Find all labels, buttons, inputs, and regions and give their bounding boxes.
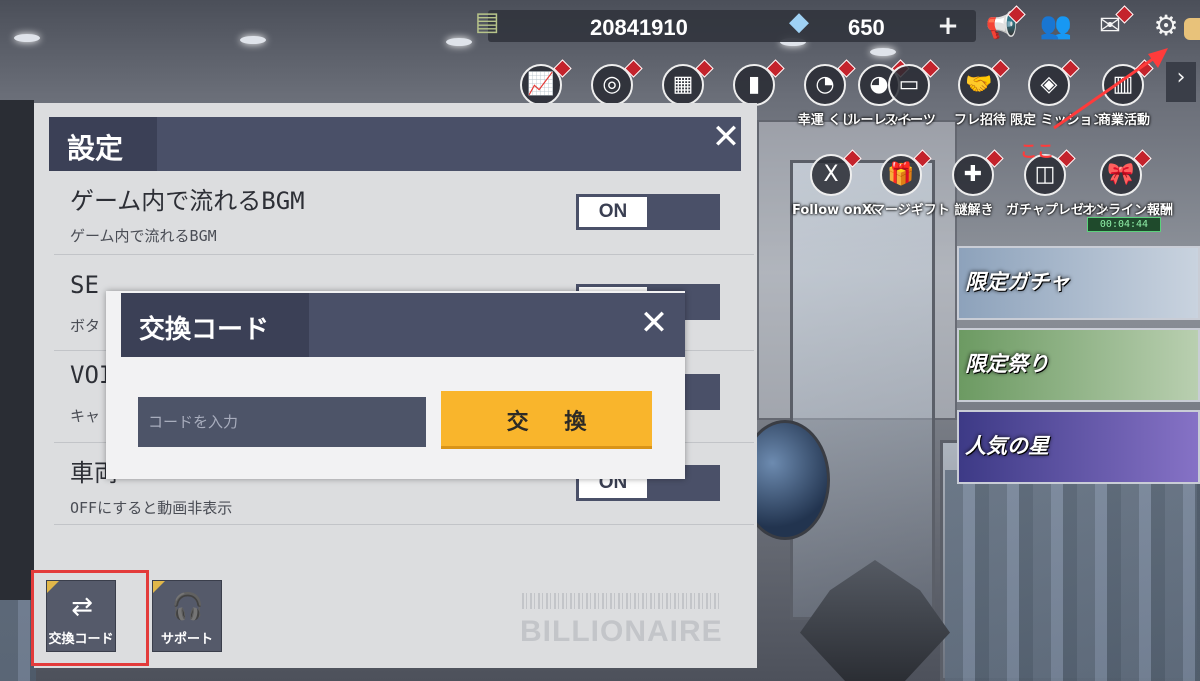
feature-online-reward-button[interactable]: 🎀 オンライン報酬 bbox=[1082, 149, 1173, 218]
banner-limited-gacha[interactable]: 限定ガチャ bbox=[957, 246, 1200, 320]
gear-icon[interactable]: ⚙ bbox=[1146, 10, 1186, 42]
support-button[interactable]: 🎧 サポート bbox=[152, 580, 222, 652]
banner-popular-star[interactable]: 人気の星 bbox=[957, 410, 1200, 484]
diamond-icon: ◆ bbox=[789, 7, 809, 37]
ceiling-light bbox=[14, 34, 40, 42]
friends-icon[interactable]: 👥 bbox=[1036, 10, 1076, 42]
settings-row-bgm: ゲーム内で流れるBGM ゲーム内で流れるBGM ON bbox=[54, 181, 754, 255]
annotation-text: ここ bbox=[1020, 142, 1054, 162]
plus-icon[interactable]: + bbox=[928, 10, 968, 42]
settings-close-button[interactable]: ✕ bbox=[704, 117, 748, 161]
bgm-toggle[interactable]: ON bbox=[576, 194, 720, 230]
highlight-box bbox=[31, 570, 149, 666]
city-view bbox=[945, 470, 1200, 681]
feature-puzzle-button[interactable]: ✚ 謎解き bbox=[944, 149, 1004, 218]
online-reward-timer: 00:04:44 bbox=[1087, 217, 1161, 232]
support-label: サポート bbox=[160, 632, 213, 647]
feature-label: フレ招待 bbox=[953, 113, 1006, 128]
row-subtitle: キャ bbox=[70, 407, 101, 425]
cash-icon: ▤ bbox=[474, 7, 500, 37]
diamond-value: 650 bbox=[848, 15, 885, 40]
ceiling-light bbox=[446, 38, 472, 46]
billionaire-watermark: BILLIONAIRE bbox=[520, 615, 723, 648]
row-subtitle: OFFにすると動画非表示 bbox=[70, 499, 233, 517]
feature-label: 謎解き bbox=[954, 203, 994, 218]
feature-label: Xマージギフト bbox=[862, 203, 950, 218]
left-wall bbox=[0, 100, 34, 600]
feature-label: スイーツ bbox=[884, 113, 936, 128]
banner-label: 人気の星 bbox=[965, 434, 1049, 458]
settings-title: 設定 bbox=[67, 132, 124, 165]
feature-x-gift-button[interactable]: 🎁 Xマージギフト bbox=[862, 149, 950, 218]
glass-door bbox=[790, 160, 935, 620]
corner-accent bbox=[153, 581, 165, 593]
code-input[interactable] bbox=[138, 397, 426, 447]
feature-label: Follow on X bbox=[792, 203, 877, 218]
row-title: SE bbox=[70, 271, 99, 299]
row-subtitle: ボタ bbox=[70, 317, 101, 335]
feature-follow-x-button[interactable]: X Follow on X bbox=[792, 149, 876, 218]
barcode-decoration bbox=[522, 593, 722, 609]
ceiling-light bbox=[240, 36, 266, 44]
avatar[interactable] bbox=[1184, 18, 1200, 40]
exchange-close-button[interactable]: ✕ bbox=[632, 303, 676, 347]
toggle-state: ON bbox=[579, 197, 647, 227]
feature-label: ガチャプレゼント bbox=[1006, 203, 1110, 218]
banner-label: 限定祭り bbox=[965, 352, 1049, 376]
row-subtitle: ゲーム内で流れるBGM bbox=[70, 227, 217, 245]
exchange-title: 交換コード bbox=[139, 315, 270, 345]
headset-icon: 🎧 bbox=[171, 592, 205, 622]
row-title: ゲーム内で流れるBGM bbox=[70, 187, 305, 215]
feature-friend-invite-button[interactable]: 🤝 フレ招待 bbox=[950, 59, 1010, 128]
banner-limited-festival[interactable]: 限定祭り bbox=[957, 328, 1200, 402]
settings-header: 設定 bbox=[49, 117, 741, 171]
feature-label: オンライン報酬 bbox=[1082, 203, 1174, 218]
ceiling-light bbox=[870, 48, 896, 56]
banner-label: 限定ガチャ bbox=[965, 270, 1070, 294]
money-value: 20841910 bbox=[590, 15, 688, 40]
exchange-code-dialog: 交換コード ✕ 交 換 bbox=[106, 291, 685, 479]
currency-bar bbox=[488, 10, 976, 42]
feature-sweets-button[interactable]: ▭ スイーツ bbox=[880, 59, 940, 128]
exchange-header: 交換コード bbox=[121, 293, 685, 357]
exchange-submit-button[interactable]: 交 換 bbox=[441, 391, 652, 449]
annotation-arrow bbox=[1053, 48, 1168, 130]
